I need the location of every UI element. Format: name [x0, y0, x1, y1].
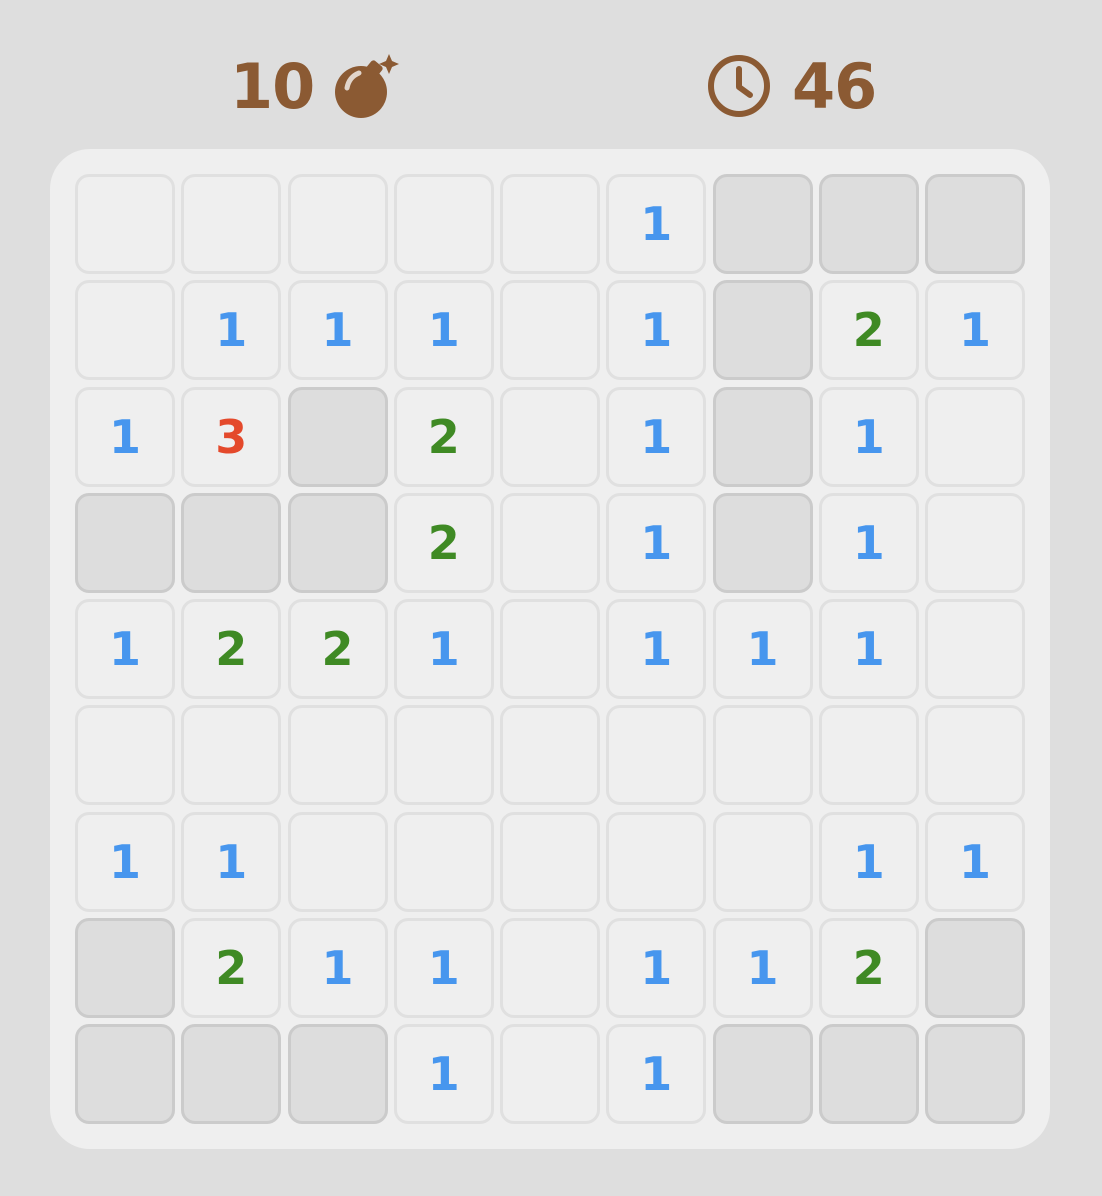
board-cell[interactable]: [287, 705, 388, 806]
elapsed-time: 46: [792, 49, 877, 123]
board-cell[interactable]: [712, 174, 813, 274]
board-cell[interactable]: 1: [287, 917, 388, 1018]
board-cell[interactable]: 1: [606, 599, 707, 699]
board-cell[interactable]: 2: [393, 492, 494, 593]
board-cell[interactable]: 1: [818, 386, 919, 487]
board-cell[interactable]: [181, 1024, 282, 1124]
board-cell[interactable]: [606, 705, 707, 806]
board-cell[interactable]: [925, 599, 1025, 699]
board-cell[interactable]: [925, 492, 1025, 593]
board-cell[interactable]: [393, 705, 494, 806]
board-cell[interactable]: [500, 811, 600, 912]
mines-remaining: 10: [230, 49, 315, 123]
board-cell[interactable]: 1: [606, 492, 707, 593]
board-cell[interactable]: [287, 1024, 388, 1124]
board-cell[interactable]: 1: [818, 492, 919, 593]
board-cell[interactable]: [925, 386, 1025, 487]
board-cell[interactable]: 1: [393, 599, 494, 699]
board-cell[interactable]: [925, 174, 1025, 274]
board-cell[interactable]: 1: [606, 174, 707, 274]
board-cell[interactable]: 1: [606, 917, 707, 1018]
mine-counter: 10: [230, 40, 402, 132]
board-cell[interactable]: [181, 492, 282, 593]
board-cell[interactable]: [712, 1024, 813, 1124]
board-cell[interactable]: [287, 811, 388, 912]
board-cell[interactable]: [712, 386, 813, 487]
timer: 46: [706, 40, 877, 132]
board-cell[interactable]: [287, 492, 388, 593]
board-cell[interactable]: [287, 174, 388, 274]
board-cell[interactable]: [925, 917, 1025, 1018]
board-cell[interactable]: 1: [606, 1024, 707, 1124]
board-cell[interactable]: [818, 705, 919, 806]
board-cell[interactable]: 1: [712, 599, 813, 699]
board-cell[interactable]: [818, 174, 919, 274]
board-cell[interactable]: 1: [393, 1024, 494, 1124]
board-cell[interactable]: 3: [181, 386, 282, 487]
cell-grid: 1111121132112111221111111121111211: [75, 174, 1025, 1124]
board-cell[interactable]: [500, 1024, 600, 1124]
board-cell[interactable]: [500, 599, 600, 699]
game-board: 1111121132112111221111111121111211: [50, 149, 1050, 1149]
board-cell[interactable]: 1: [818, 599, 919, 699]
board-cell[interactable]: 1: [925, 811, 1025, 912]
board-cell[interactable]: 2: [181, 917, 282, 1018]
board-cell[interactable]: 1: [606, 280, 707, 381]
board-cell[interactable]: 1: [75, 811, 175, 912]
board-cell[interactable]: [712, 705, 813, 806]
board-cell[interactable]: [712, 280, 813, 381]
board-cell[interactable]: [500, 492, 600, 593]
bomb-icon: [334, 52, 402, 120]
board-cell[interactable]: [500, 705, 600, 806]
board-cell[interactable]: [75, 280, 175, 381]
board-cell[interactable]: 1: [287, 280, 388, 381]
board-cell[interactable]: [393, 174, 494, 274]
board-cell[interactable]: 1: [925, 280, 1025, 381]
board-cell[interactable]: 2: [818, 917, 919, 1018]
board-cell[interactable]: 2: [287, 599, 388, 699]
board-cell[interactable]: 1: [712, 917, 813, 1018]
board-cell[interactable]: [181, 174, 282, 274]
board-cell[interactable]: [606, 811, 707, 912]
board-cell[interactable]: 2: [181, 599, 282, 699]
board-cell[interactable]: 1: [606, 386, 707, 487]
board-cell[interactable]: [75, 917, 175, 1018]
board-cell[interactable]: 1: [818, 811, 919, 912]
board-cell[interactable]: 1: [75, 599, 175, 699]
board-cell[interactable]: 1: [75, 386, 175, 487]
board-cell[interactable]: [75, 705, 175, 806]
board-cell[interactable]: 2: [393, 386, 494, 487]
clock-icon: [706, 53, 772, 119]
board-cell[interactable]: [75, 492, 175, 593]
board-cell[interactable]: [712, 811, 813, 912]
board-cell[interactable]: 2: [818, 280, 919, 381]
game-header: 10 46: [0, 40, 1102, 132]
board-cell[interactable]: [925, 705, 1025, 806]
board-cell[interactable]: [393, 811, 494, 912]
board-cell[interactable]: [181, 705, 282, 806]
board-cell[interactable]: [287, 386, 388, 487]
board-cell[interactable]: [500, 280, 600, 381]
board-cell[interactable]: [75, 1024, 175, 1124]
board-cell[interactable]: [75, 174, 175, 274]
board-cell[interactable]: 1: [393, 917, 494, 1018]
board-cell[interactable]: 1: [181, 280, 282, 381]
board-cell[interactable]: [500, 386, 600, 487]
board-cell[interactable]: [818, 1024, 919, 1124]
board-cell[interactable]: [500, 917, 600, 1018]
board-cell[interactable]: 1: [393, 280, 494, 381]
board-cell[interactable]: [925, 1024, 1025, 1124]
board-cell[interactable]: 1: [181, 811, 282, 912]
board-cell[interactable]: [712, 492, 813, 593]
board-cell[interactable]: [500, 174, 600, 274]
